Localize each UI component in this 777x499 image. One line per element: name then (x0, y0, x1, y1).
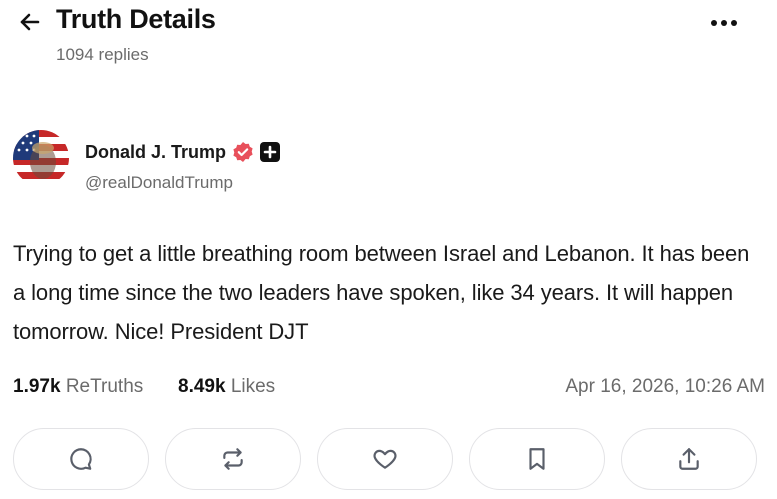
more-horizontal-icon (711, 20, 737, 26)
retruths-label: ReTruths (65, 376, 144, 397)
bookmark-button[interactable] (469, 428, 605, 490)
arrow-left-icon (20, 13, 40, 31)
like-button[interactable] (317, 428, 453, 490)
retruth-icon (223, 448, 243, 470)
plus-badge-icon (260, 142, 281, 162)
avatar-image (13, 130, 69, 186)
author-name[interactable]: Donald J. Trump (85, 142, 226, 163)
page-title: Truth Details (56, 4, 216, 34)
author-name-row: Donald J. Trump (85, 141, 281, 163)
share-button[interactable] (621, 428, 757, 490)
retruth-button[interactable] (165, 428, 301, 490)
retruths-count: 1.97k (13, 376, 61, 397)
action-bar (13, 428, 765, 492)
avatar[interactable] (13, 130, 69, 186)
reply-icon (70, 448, 92, 470)
likes-label: Likes (230, 376, 276, 397)
more-options-button[interactable] (704, 8, 744, 38)
reply-button[interactable] (13, 428, 149, 490)
post-timestamp: Apr 16, 2026, 10:26 AM (565, 376, 765, 397)
replies-count: 1094 replies (56, 45, 149, 64)
post-stats: 1.97k ReTruths 8.49k Likes Apr 16, 2026,… (13, 376, 765, 402)
author-handle[interactable]: @realDonaldTrump (85, 173, 233, 193)
post-body: Trying to get a little breathing room be… (13, 241, 750, 344)
page-header: Truth Details 1094 replies (0, 0, 777, 80)
share-icon (679, 448, 699, 470)
retruths-stat[interactable]: 1.97k ReTruths (13, 376, 143, 398)
likes-stat[interactable]: 8.49k Likes (178, 376, 275, 398)
verified-badge-icon (232, 141, 254, 163)
bookmark-icon (529, 448, 545, 470)
back-button[interactable] (14, 6, 46, 38)
likes-count: 8.49k (178, 376, 226, 397)
heart-icon (373, 449, 397, 469)
